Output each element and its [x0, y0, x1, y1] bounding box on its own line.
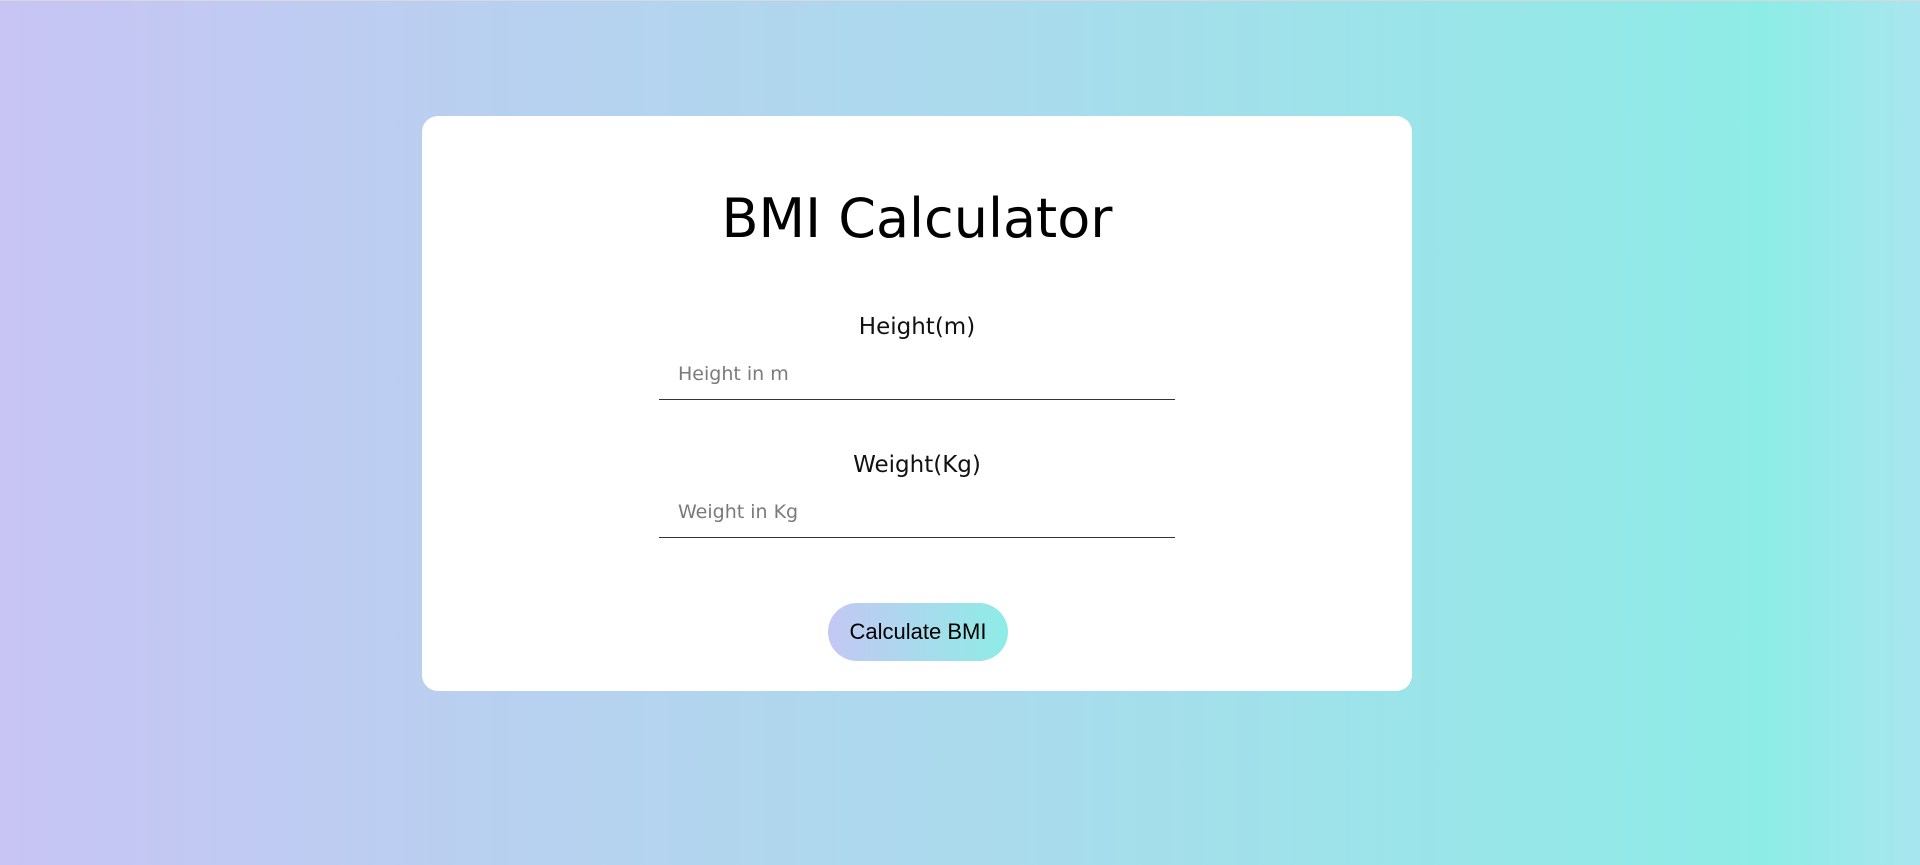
- height-label: Height(m): [858, 314, 976, 340]
- height-field-group: Height(m): [659, 312, 1175, 400]
- calculate-bmi-button[interactable]: Calculate BMI: [828, 603, 1008, 661]
- height-input[interactable]: [659, 348, 1175, 400]
- weight-label: Weight(Kg): [853, 452, 981, 478]
- weight-input[interactable]: [659, 486, 1175, 538]
- page-title: BMI Calculator: [721, 187, 1113, 250]
- weight-field-group: Weight(Kg): [659, 450, 1175, 538]
- bmi-calculator-card: BMI Calculator Height(m) Weight(Kg) Calc…: [422, 116, 1412, 691]
